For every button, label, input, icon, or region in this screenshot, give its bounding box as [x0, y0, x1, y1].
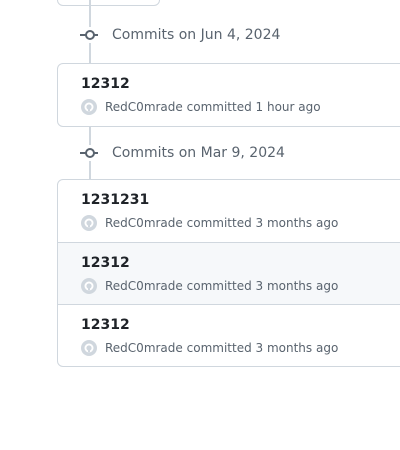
- commit-title-link[interactable]: 12312: [81, 76, 130, 92]
- commit-action: committed: [186, 100, 252, 114]
- commit-row[interactable]: 1231231 RedC0mrade committed 3 months ag…: [58, 180, 400, 242]
- commit-author[interactable]: RedC0mrade: [105, 279, 183, 293]
- commit-action: committed: [186, 279, 252, 293]
- commit-group-header: Commits on Mar 9, 2024: [80, 142, 285, 164]
- commit-meta: RedC0mrade committed 3 months ago: [81, 278, 338, 294]
- commit-author[interactable]: RedC0mrade: [105, 341, 183, 355]
- commit-meta: RedC0mrade committed 1 hour ago: [81, 99, 321, 115]
- commit-author[interactable]: RedC0mrade: [105, 216, 183, 230]
- github-avatar-icon[interactable]: [81, 215, 97, 231]
- commit-title-link[interactable]: 12312: [81, 317, 130, 333]
- timeline-line: [89, 0, 91, 27]
- commit-list: 12312 RedC0mrade committed 1 hour ago: [57, 63, 400, 127]
- commit-action: committed: [186, 341, 252, 355]
- commit-time: 3 months ago: [255, 279, 339, 293]
- github-avatar-icon[interactable]: [81, 340, 97, 356]
- commit-row[interactable]: 12312 RedC0mrade committed 3 months ago: [58, 304, 400, 366]
- commit-title-link[interactable]: 12312: [81, 255, 130, 271]
- commit-time: 3 months ago: [255, 216, 339, 230]
- git-commit-icon: [80, 30, 98, 40]
- previous-commit-list-bottom: [57, 0, 160, 6]
- github-avatar-icon[interactable]: [81, 99, 97, 115]
- commit-group-title: Commits on Mar 9, 2024: [112, 145, 285, 161]
- commit-meta: RedC0mrade committed 3 months ago: [81, 215, 338, 231]
- commit-action: committed: [186, 216, 252, 230]
- github-avatar-icon[interactable]: [81, 278, 97, 294]
- commit-author[interactable]: RedC0mrade: [105, 100, 183, 114]
- timeline-line: [89, 43, 91, 64]
- commit-group-header: Commits on Jun 4, 2024: [80, 24, 280, 46]
- commit-time: 1 hour ago: [255, 100, 321, 114]
- git-commit-icon: [80, 148, 98, 158]
- commit-row[interactable]: 12312 RedC0mrade committed 1 hour ago: [58, 64, 400, 126]
- commit-time: 3 months ago: [255, 341, 339, 355]
- commit-list: 1231231 RedC0mrade committed 3 months ag…: [57, 179, 400, 367]
- commit-group-title: Commits on Jun 4, 2024: [112, 27, 281, 43]
- commit-meta: RedC0mrade committed 3 months ago: [81, 340, 338, 356]
- commit-row[interactable]: 12312 RedC0mrade committed 3 months ago: [58, 242, 400, 304]
- commit-title-link[interactable]: 1231231: [81, 192, 149, 208]
